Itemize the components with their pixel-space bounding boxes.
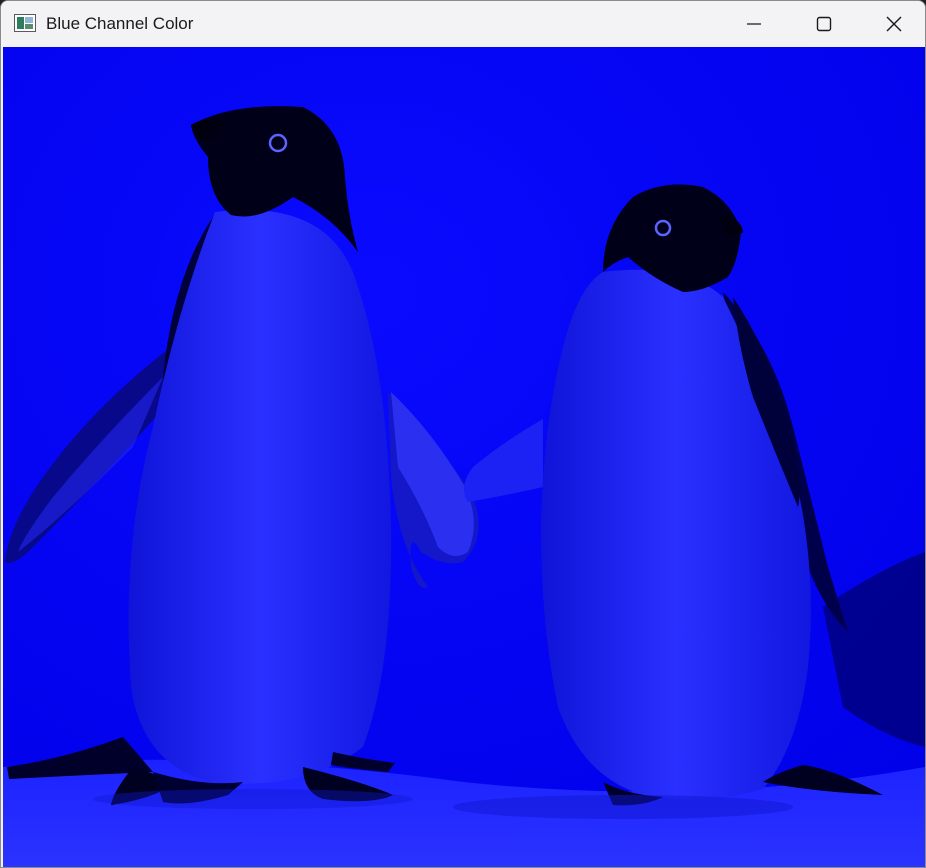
- image-canvas: [3, 47, 925, 867]
- minimize-button[interactable]: [719, 1, 789, 47]
- window-title: Blue Channel Color: [46, 14, 194, 33]
- app-window-icon: [14, 14, 36, 32]
- maximize-button[interactable]: [789, 1, 859, 47]
- title-bar[interactable]: Blue Channel Color: [1, 1, 925, 47]
- app-window: Blue Channel Color: [0, 0, 926, 868]
- minimize-icon: [747, 23, 761, 25]
- close-icon: [886, 16, 902, 32]
- maximize-icon: [816, 16, 832, 32]
- close-button[interactable]: [859, 1, 925, 47]
- blue-channel-image: [3, 47, 925, 867]
